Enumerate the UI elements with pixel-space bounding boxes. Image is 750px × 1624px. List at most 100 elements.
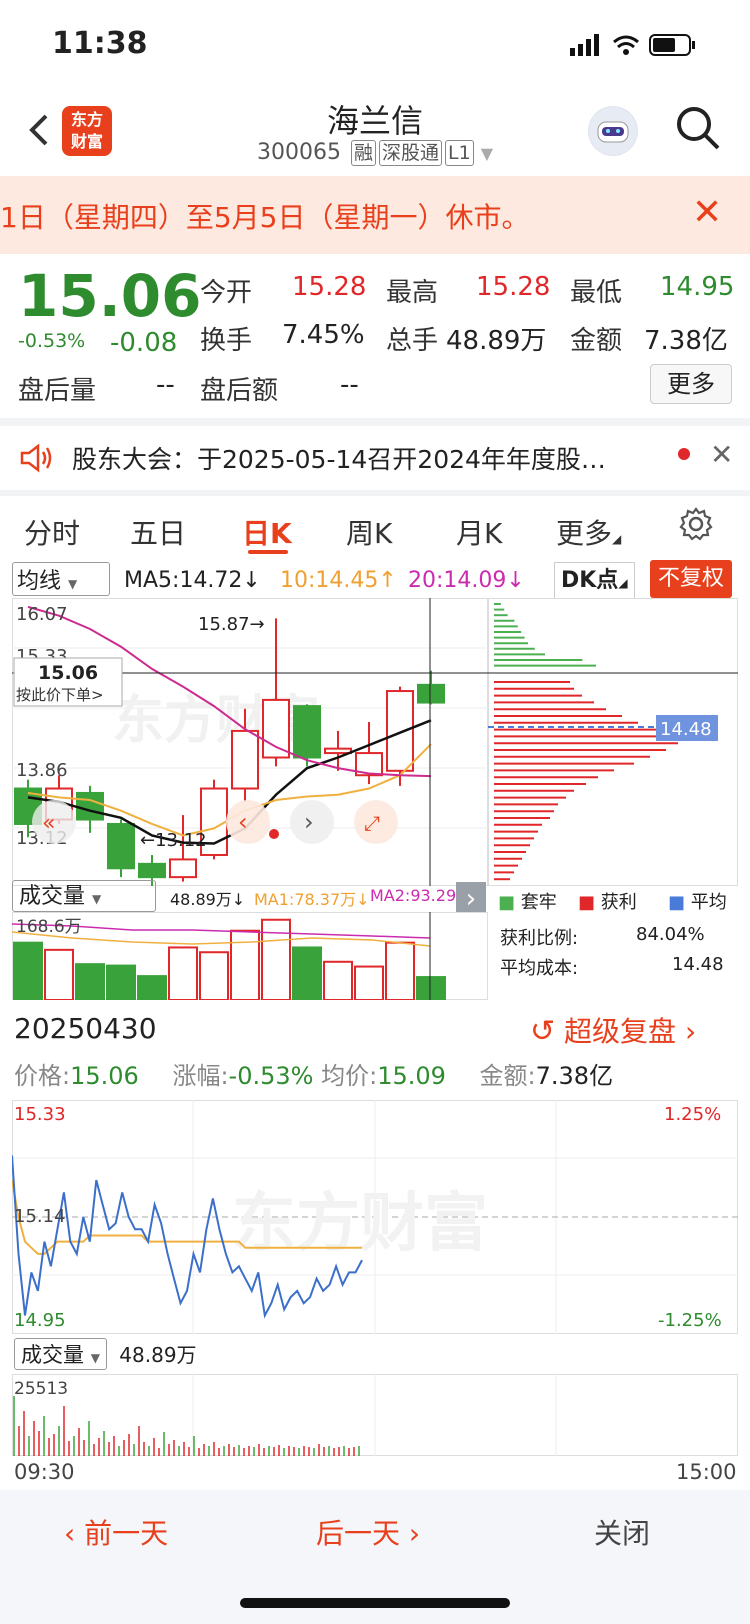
legend-average-label: 平均	[690, 892, 727, 913]
volume-bar	[137, 975, 167, 1000]
tab-more[interactable]: 更多◢	[556, 512, 621, 552]
kline-y-low: 13.86	[16, 760, 68, 781]
change-amount: -0.08	[110, 328, 178, 358]
high-label: 最高	[386, 278, 439, 308]
kline-y-max: 16.07	[16, 604, 68, 625]
time-start: 09:30	[14, 1460, 75, 1484]
candle	[231, 729, 259, 790]
status-time: 11:38	[52, 26, 148, 61]
amount-value: 7.38亿	[644, 326, 728, 356]
low-value: 14.95	[660, 272, 735, 302]
next-day-button[interactable]: 后一天 ›	[316, 1512, 420, 1552]
turnover-value: 7.45%	[282, 320, 365, 350]
amount-label: 金额:	[479, 1062, 536, 1090]
high-marker: 15.87→	[198, 614, 265, 635]
t-volume-select-label: 成交量	[21, 1343, 84, 1367]
amount-value: 7.38亿	[535, 1062, 614, 1090]
tab-weekly-k[interactable]: 周K	[346, 512, 392, 552]
volume-chart: 168.6万	[12, 912, 488, 1000]
legend-trapped: ■ 套牢	[498, 892, 557, 913]
history-icon: ↺	[530, 1014, 556, 1049]
volume-indicator-select[interactable]: 成交量 ▼	[12, 880, 156, 912]
tag-level: L1	[445, 140, 474, 166]
volume-bar	[75, 963, 105, 1000]
volume-bar	[13, 941, 43, 1000]
turnover-label: 换手	[200, 326, 253, 356]
ma-selector[interactable]: 均线 ▼	[12, 562, 110, 596]
time-end: 15:00	[676, 1460, 737, 1484]
close-button[interactable]: 关闭	[594, 1512, 650, 1552]
status-bar: 11:38	[0, 0, 750, 90]
assistant-robot-icon[interactable]	[588, 106, 638, 156]
t-y-low: 14.95	[14, 1310, 66, 1331]
avg-value: 15.09	[377, 1062, 446, 1090]
speaker-icon	[20, 443, 52, 473]
no-adjust-button[interactable]: 不复权	[650, 560, 732, 598]
stock-meta[interactable]: 300065 融深股通 L1 ▼	[0, 140, 750, 166]
t-pct-low: -1.25%	[658, 1310, 722, 1331]
announcement-bar[interactable]: 股东大会：于2025-05-14召开2024年年度股… ✕	[0, 426, 750, 490]
dk-point-label: DK点	[561, 568, 619, 593]
volume-bar	[44, 948, 74, 1000]
legend-profit-label: 获利	[600, 892, 637, 913]
more-quote-button[interactable]: 更多	[650, 364, 732, 404]
kline-chart[interactable]: 东方财富 16.07 15.33 13.86 13.12 15.87→ ←13.…	[12, 598, 488, 886]
low-marker: ←13.12	[140, 830, 207, 851]
legend-profit: ■ 获利	[578, 892, 637, 913]
close-icon[interactable]: ✕	[710, 438, 733, 471]
cursor-price: 15.06	[38, 662, 98, 684]
legend-average: ■ 平均	[668, 892, 727, 913]
chevron-right-icon: ›	[684, 1015, 697, 1048]
candle	[386, 690, 414, 772]
chevron-left-icon: ‹	[238, 808, 248, 836]
tab-timeshare[interactable]: 分时	[24, 512, 80, 552]
active-tab-indicator	[248, 550, 288, 554]
change-value: -0.53%	[228, 1062, 314, 1090]
tab-more-label: 更多	[556, 517, 613, 550]
watermark: 东方财富	[232, 1187, 488, 1261]
ma-selector-label: 均线	[17, 569, 62, 594]
search-icon[interactable]	[674, 104, 722, 152]
close-icon[interactable]: ✕	[692, 192, 722, 233]
caret-icon: ◢	[618, 576, 628, 590]
ma5-value: MA5:14.72↓	[124, 568, 261, 593]
ma10-value: 10:14.45↑	[280, 568, 397, 593]
high-value: 15.28	[476, 272, 551, 302]
avg-cost-tag: 14.48	[660, 719, 712, 740]
divider	[0, 418, 750, 426]
tag-margin: 融	[350, 140, 376, 166]
candle	[417, 683, 445, 704]
avg-cost-label: 平均成本:	[500, 958, 579, 979]
order-at-price-link[interactable]: 按此价下单>	[16, 686, 104, 704]
t-volume-select[interactable]: 成交量 ▼	[14, 1338, 107, 1370]
timeshare-chart[interactable]: 东方财富 15.33 15.14 14.95 1.25% -1.25%	[12, 1100, 738, 1334]
avg-label: 均价:	[321, 1062, 378, 1090]
prev-candle-button[interactable]	[226, 800, 270, 844]
tab-five-day[interactable]: 五日	[130, 512, 186, 552]
tab-monthly-k[interactable]: 月K	[456, 512, 502, 552]
volume-ma1: MA1:78.37万↓	[254, 890, 370, 909]
chevron-down-icon: ▼	[68, 577, 78, 591]
volume-bar	[416, 976, 446, 1000]
super-replay-label: 超级复盘	[564, 1015, 677, 1048]
chevron-down-icon: ▼	[90, 1351, 100, 1365]
dk-point-selector[interactable]: DK点◢	[554, 562, 635, 600]
chevron-down-icon: ▼	[92, 892, 102, 906]
gear-icon[interactable]	[678, 506, 714, 542]
prev-day-label: 前一天	[84, 1517, 169, 1550]
current-price: 15.06	[18, 262, 202, 330]
t-y-mid: 15.14	[14, 1206, 66, 1227]
notice-text: 1日（星期四）至5月5日（星期一）休市。	[0, 201, 530, 234]
t-volume-row: 成交量 ▼ 48.89万	[14, 1338, 197, 1370]
profit-ratio-value: 84.04%	[636, 924, 705, 945]
tab-daily-k[interactable]: 日K	[242, 512, 292, 552]
volume-bar	[354, 965, 384, 1000]
timeshare-volume-chart: 25513	[12, 1374, 738, 1456]
super-replay-link[interactable]: ↺ 超级复盘 ›	[530, 1010, 696, 1050]
t-volume-value: 48.89万	[119, 1343, 197, 1367]
prev-day-button[interactable]: ‹ 前一天	[64, 1512, 168, 1552]
volume-bar	[323, 960, 353, 1000]
t-y-high: 15.33	[14, 1104, 66, 1125]
candle	[262, 698, 290, 759]
market-closed-notice: 1日（星期四）至5月5日（星期一）休市。 ✕	[0, 176, 750, 254]
